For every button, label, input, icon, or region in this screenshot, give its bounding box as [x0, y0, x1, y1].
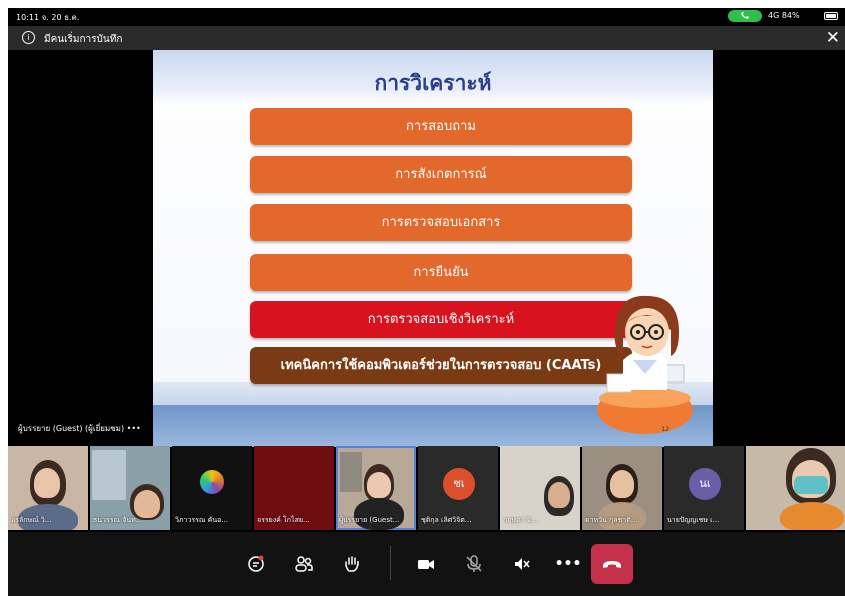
recording-banner: i มีคนเริ่มการบันทึก ✕	[8, 26, 845, 50]
participant-tile[interactable]: ชเ ชุติกุล เลิศวิจิต...	[418, 446, 498, 530]
meeting-screen: 10:11 จ. 20 ธ.ค. 4G 84% i มีคนเริ่มการบั…	[8, 8, 845, 596]
hang-up-icon	[603, 561, 621, 568]
camera-button[interactable]	[406, 544, 446, 584]
more-button[interactable]: •••	[548, 544, 588, 584]
participant-name: อรลักษณ์ วิ...	[11, 516, 52, 524]
chat-icon	[248, 555, 264, 572]
slide-item: การยืนยัน	[250, 254, 632, 291]
people-button[interactable]	[284, 544, 324, 584]
slide-item: การตรวจสอบเอกสาร	[250, 204, 632, 241]
raise-hand-icon	[345, 556, 359, 572]
info-icon: i	[22, 31, 35, 44]
toolbar-divider	[390, 546, 391, 580]
mic-off-icon	[466, 555, 482, 572]
participant-tile[interactable]: จรรยงค์ โกไสย...	[254, 446, 334, 530]
slide-title: การวิเคราะห์	[374, 70, 492, 95]
close-icon[interactable]: ✕	[826, 28, 840, 48]
participant-tile[interactable]: วิภาวรรณ คันอ...	[172, 446, 252, 530]
participant-tile[interactable]: ดาหวัน กุลชาติ...	[582, 446, 662, 530]
slide-item: การสังเกตการณ์	[250, 156, 632, 193]
raise-hand-button[interactable]	[332, 544, 372, 584]
recording-banner-text: มีคนเริ่มการบันทึก	[44, 34, 123, 45]
chat-button[interactable]	[236, 544, 276, 584]
status-bar: 10:11 จ. 20 ธ.ค. 4G 84%	[8, 8, 845, 24]
mascot-illustration	[597, 295, 693, 434]
mic-button[interactable]	[454, 544, 494, 584]
participant-name: ดาหวัน กุลชาติ...	[585, 516, 638, 524]
shared-slide: การวิเคราะห์ การสอบถาม การสังเกตการณ์ กา…	[153, 50, 713, 447]
participant-tile[interactable]: ธนวรรณ จันท...	[90, 446, 170, 530]
slide-page-number: 12	[661, 426, 669, 433]
participant-tile[interactable]: ผู้บรรยาย (Guest...	[336, 446, 416, 530]
battery-icon	[824, 12, 838, 20]
phone-icon	[741, 12, 749, 19]
status-time: 10:11 จ. 20 ธ.ค.	[16, 13, 80, 22]
participant-tile[interactable]: อรลักษณ์ วิ...	[8, 446, 88, 530]
speaker-off-icon	[515, 558, 530, 570]
meeting-toolbar: •••	[8, 532, 845, 596]
people-icon	[295, 556, 313, 572]
participant-name: จรรยงค์ โกไสย...	[257, 516, 310, 524]
participant-strip: อรลักษณ์ วิ... ธนวรรณ จันท... วิภาวรรณ ค…	[8, 446, 845, 532]
participant-name: ชุติกุล เลิศวิจิต...	[421, 516, 472, 524]
camera-icon	[418, 560, 434, 569]
participant-tile[interactable]	[746, 446, 845, 530]
presenter-label[interactable]: ผู้บรรยาย (Guest) (ผู้เยี่ยมชม) •••	[18, 422, 141, 435]
participant-name: ผู้บรรยาย (Guest...	[339, 516, 400, 524]
speaker-button[interactable]	[502, 544, 542, 584]
more-icon: •••	[554, 556, 582, 572]
slide-item: การตรวจสอบเชิงวิเคราะห์	[250, 301, 632, 338]
avatar	[200, 470, 224, 494]
hang-up-button[interactable]	[591, 544, 633, 584]
network-status: 4G 84%	[768, 11, 800, 20]
participant-name: วิภาวรรณ คันอ...	[175, 516, 228, 524]
call-indicator[interactable]	[728, 10, 762, 22]
participant-tile[interactable]: นเ นายปัญญเชษ เ...	[664, 446, 744, 530]
participant-name: นายปัญญเชษ เ...	[667, 516, 720, 524]
avatar: นเ	[689, 468, 721, 500]
avatar: ชเ	[443, 468, 475, 500]
participant-name: ธนวรรณ จันท...	[93, 516, 143, 524]
participant-name: กฤษดา จิ...	[503, 516, 538, 524]
participant-tile[interactable]: กฤษดา จิ...	[500, 446, 580, 530]
slide-item: การสอบถาม	[250, 108, 632, 145]
slide-item: เทคนิคการใช้คอมพิวเตอร์ช่วยในการตรวจสอบ …	[250, 347, 632, 384]
